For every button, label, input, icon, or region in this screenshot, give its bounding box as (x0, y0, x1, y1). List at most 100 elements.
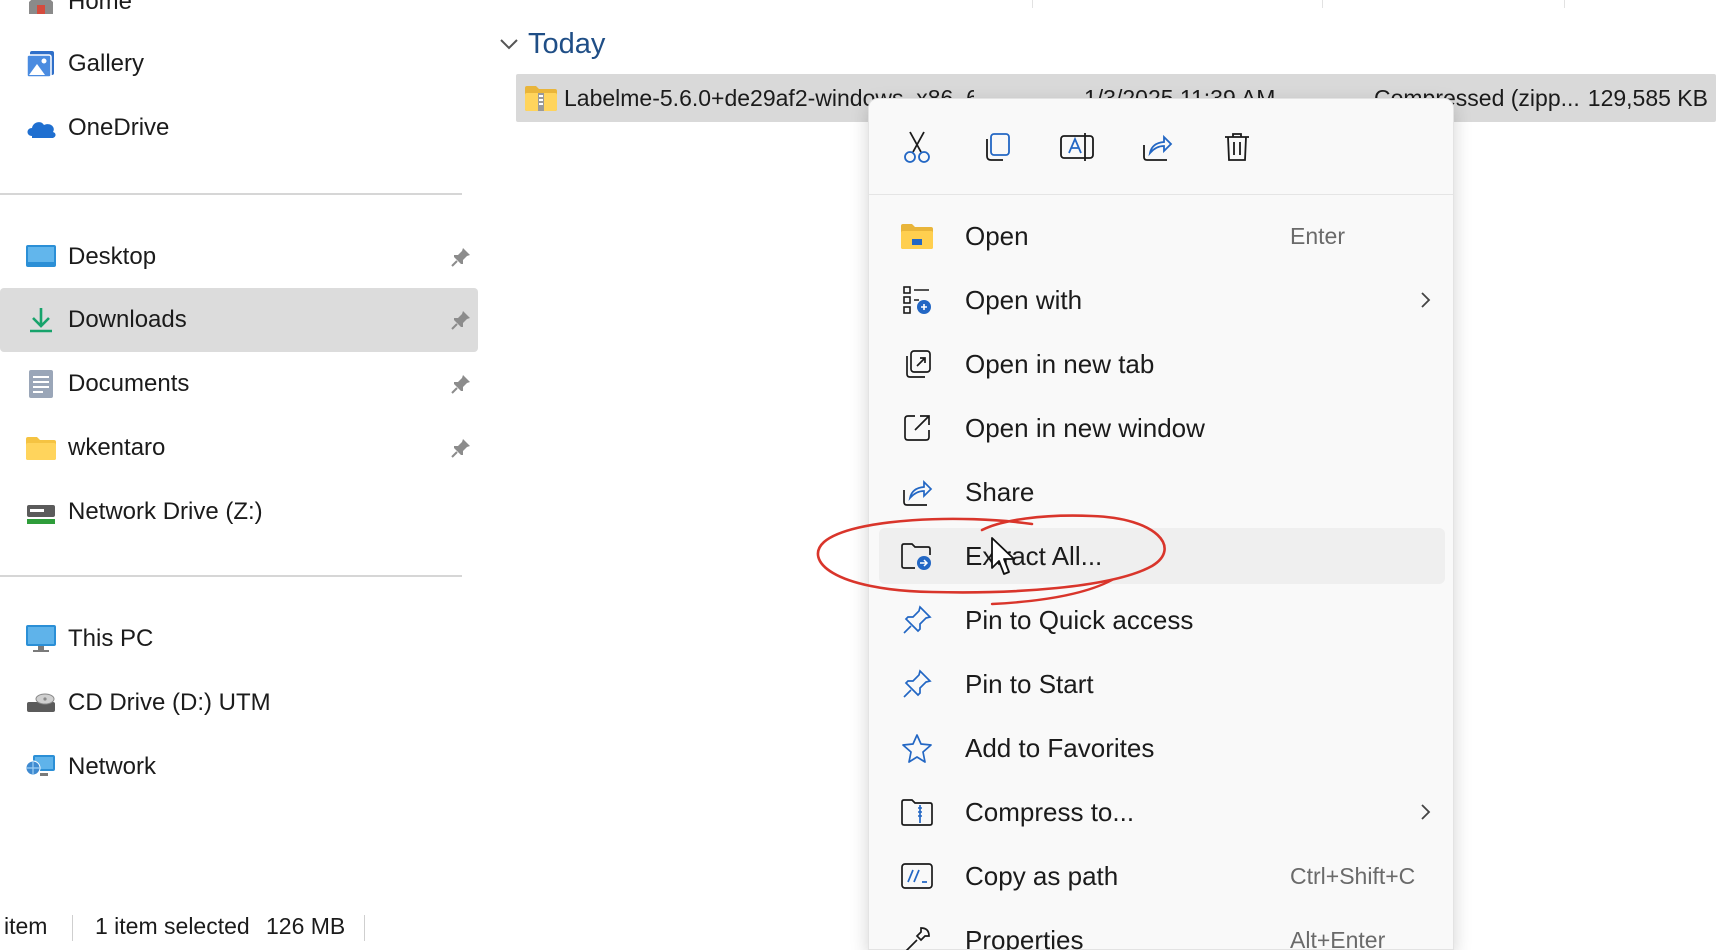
sidebar-separator (0, 575, 462, 577)
status-selection-size: 126 MB (266, 913, 346, 939)
chevron-right-icon (1415, 802, 1435, 822)
column-divider[interactable] (1322, 0, 1323, 8)
menu-item-open-with[interactable]: Open with (879, 272, 1445, 328)
sidebar-item-label: Desktop (68, 243, 157, 270)
status-item-count: item (4, 913, 48, 939)
menu-item-label: Pin to Quick access (965, 604, 1194, 635)
copy-path-icon (899, 858, 935, 894)
menu-item-copy-as-path[interactable]: Copy as path Ctrl+Shift+C (879, 848, 1445, 904)
menu-item-share[interactable]: Share (879, 464, 1445, 520)
sidebar-item-documents[interactable]: Documents (0, 352, 478, 416)
sidebar-item-label: wkentaro (68, 434, 166, 461)
sidebar-separator (0, 193, 462, 195)
menu-item-label: Open (965, 220, 1029, 251)
sidebar-item-label: Home (68, 0, 133, 15)
menu-item-label: Copy as path (965, 860, 1119, 891)
extract-all-icon (899, 538, 935, 574)
menu-item-open[interactable]: Open Enter (879, 208, 1445, 264)
folder-icon (24, 431, 58, 465)
menu-item-compress-to[interactable]: Compress to... (879, 784, 1445, 840)
pin-icon[interactable] (450, 309, 472, 331)
column-divider[interactable] (1564, 0, 1565, 8)
sidebar-item-label: CD Drive (D:) UTM (68, 689, 271, 716)
new-window-icon (899, 410, 935, 446)
pin-start-icon (899, 666, 935, 702)
menu-item-shortcut: Alt+Enter (1290, 926, 1386, 950)
star-icon (899, 730, 935, 766)
chevron-right-icon (1415, 290, 1435, 310)
group-header-today[interactable]: Today (498, 24, 605, 64)
open-folder-icon (899, 218, 935, 254)
pin-icon (899, 602, 935, 638)
cut-icon[interactable] (897, 127, 937, 167)
menu-item-shortcut: Enter (1290, 222, 1345, 249)
this-pc-icon (24, 622, 58, 656)
pin-icon[interactable] (450, 437, 472, 459)
compress-icon (899, 794, 935, 830)
menu-item-label: Open in new tab (965, 348, 1155, 379)
pin-icon[interactable] (450, 246, 472, 268)
copy-icon[interactable] (977, 127, 1017, 167)
zip-folder-icon (524, 74, 562, 122)
menu-item-open-in-new-tab[interactable]: Open in new tab (879, 336, 1445, 392)
sidebar-item-onedrive[interactable]: OneDrive (0, 96, 478, 160)
onedrive-icon (24, 111, 58, 145)
menu-item-properties[interactable]: Properties Alt+Enter (879, 912, 1445, 950)
sidebar-item-label: Gallery (68, 50, 145, 77)
menu-item-label: Add to Favorites (965, 732, 1155, 763)
chevron-down-icon[interactable] (498, 33, 520, 55)
cd-drive-icon (24, 686, 58, 720)
sidebar-item-this-pc[interactable]: This PC (0, 607, 478, 671)
open-with-icon (899, 282, 935, 318)
menu-item-label: Share (965, 476, 1035, 507)
sidebar-item-label: Network Drive (Z:) (68, 498, 263, 525)
sidebar-item-network-drive[interactable]: Network Drive (Z:) (0, 480, 478, 544)
share-icon[interactable] (1137, 127, 1177, 167)
status-divider (72, 915, 73, 941)
sidebar-item-label: OneDrive (68, 114, 170, 141)
sidebar-item-label: Network (68, 753, 157, 780)
group-title: Today (528, 27, 606, 60)
downloads-icon (24, 303, 58, 337)
menu-item-label: Open with (965, 284, 1083, 315)
status-divider (364, 915, 365, 941)
column-divider[interactable] (1032, 0, 1033, 8)
pin-icon[interactable] (450, 373, 472, 395)
desktop-icon (24, 240, 58, 274)
sidebar-item-wkentaro[interactable]: wkentaro (0, 416, 478, 480)
sidebar-item-cd-drive[interactable]: CD Drive (D:) UTM (0, 671, 478, 735)
network-drive-icon (24, 495, 58, 529)
menu-item-extract-all[interactable]: Extract All... (879, 528, 1445, 584)
status-selection: 1 item selected (95, 913, 250, 939)
context-menu: Open Enter Open with Open in new tab Ope… (868, 98, 1454, 950)
sidebar-item-network[interactable]: Network (0, 735, 478, 799)
network-icon (24, 750, 58, 784)
sidebar-item-gallery[interactable]: Gallery (0, 32, 478, 96)
sidebar-item-downloads[interactable]: Downloads (0, 288, 478, 352)
status-bar: item 1 item selected 126 MB (0, 905, 1726, 950)
sidebar-item-desktop[interactable]: Desktop (0, 225, 478, 289)
sidebar-item-label: This PC (68, 625, 154, 652)
menu-item-label: Pin to Start (965, 668, 1094, 699)
properties-icon (899, 922, 935, 950)
file-size: 129,585 KB (1587, 84, 1708, 111)
new-tab-icon (899, 346, 935, 382)
menu-item-label: Extract All... (965, 540, 1103, 571)
menu-item-pin-to-quick-access[interactable]: Pin to Quick access (879, 592, 1445, 648)
rename-icon[interactable] (1057, 127, 1097, 167)
home-icon (24, 0, 58, 19)
menu-item-label: Open in new window (965, 412, 1205, 443)
gallery-icon (24, 47, 58, 81)
sidebar-item-label: Documents (68, 370, 190, 397)
sidebar-item-home[interactable]: Home (0, 0, 478, 34)
menu-item-open-in-new-window[interactable]: Open in new window (879, 400, 1445, 456)
menu-item-label: Compress to... (965, 796, 1135, 827)
menu-item-add-to-favorites[interactable]: Add to Favorites (879, 720, 1445, 776)
documents-icon (24, 367, 58, 401)
delete-icon[interactable] (1217, 127, 1257, 167)
share-icon (899, 474, 935, 510)
context-menu-quick-actions (869, 99, 1453, 195)
menu-item-label: Properties (965, 924, 1084, 950)
menu-item-pin-to-start[interactable]: Pin to Start (879, 656, 1445, 712)
menu-item-shortcut: Ctrl+Shift+C (1290, 862, 1416, 889)
